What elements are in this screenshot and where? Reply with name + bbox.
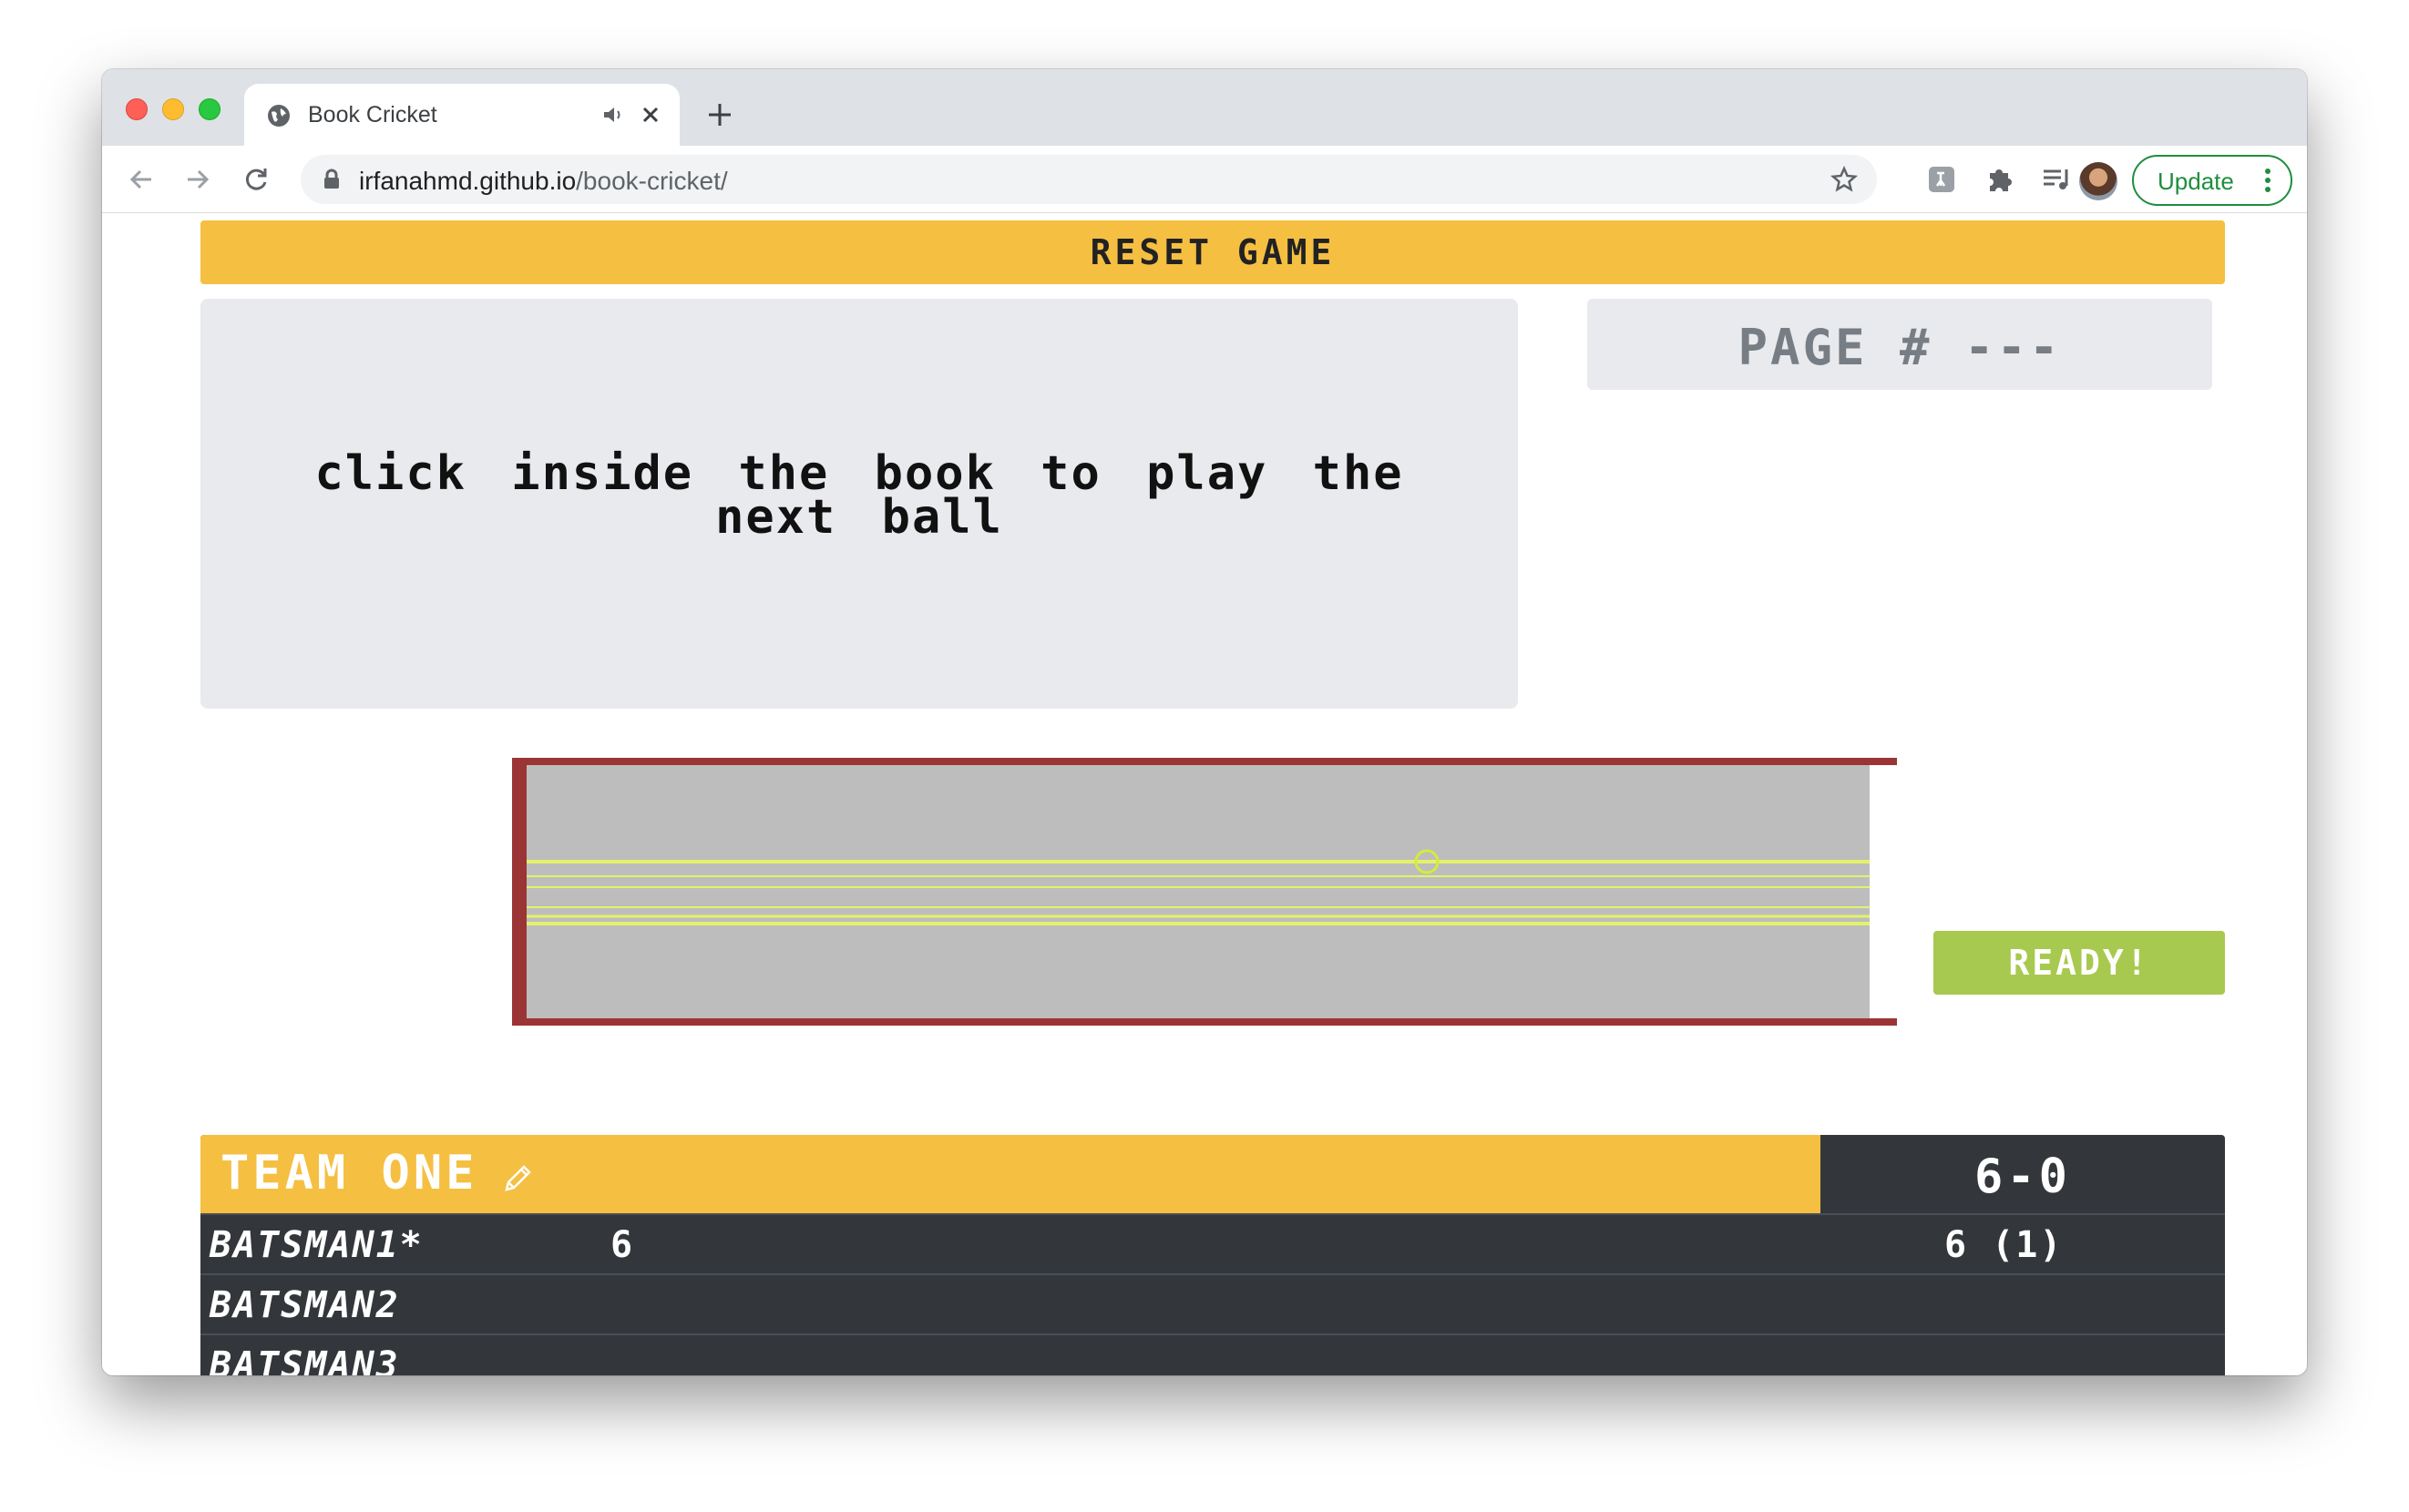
puzzle-icon[interactable] — [1983, 162, 2017, 197]
ready-button[interactable]: READY! — [1933, 931, 2225, 995]
kebab-icon[interactable] — [2265, 168, 2271, 193]
reload-icon[interactable] — [239, 162, 273, 197]
star-icon[interactable] — [1830, 165, 1859, 194]
book-pages-graphic — [527, 849, 1870, 925]
media-icon[interactable] — [2039, 162, 2074, 197]
browser-toolbar: irfanahmd.github.io/book-cricket/ Update — [102, 146, 2307, 213]
lock-icon[interactable] — [323, 169, 341, 190]
batsman-name: BATSMAN3 — [210, 1344, 400, 1375]
back-icon[interactable] — [124, 162, 159, 197]
page-number-panel: PAGE # --- — [1587, 299, 2212, 390]
address-bar[interactable]: irfanahmd.github.io/book-cricket/ — [301, 155, 1877, 204]
book-page-edge — [1870, 765, 1897, 1018]
maximize-window-button[interactable] — [199, 98, 220, 120]
forward-icon[interactable] — [180, 162, 215, 197]
team-score-value: 6-0 — [1974, 1149, 2071, 1204]
browser-window: Book Cricket irfanahmd.github.io/book-cr… — [102, 69, 2307, 1375]
pencil-icon[interactable] — [499, 1160, 536, 1197]
team-score: 6-0 — [1820, 1135, 2225, 1213]
url-path: /book-cricket/ — [576, 167, 728, 195]
batsman-row: BATSMAN1* 6 6 (1) — [200, 1213, 2225, 1272]
tab-book-cricket[interactable]: Book Cricket — [244, 84, 680, 146]
update-button[interactable]: Update — [2132, 155, 2292, 206]
speaker-icon[interactable] — [601, 104, 625, 126]
ready-label: READY! — [2008, 943, 2150, 983]
book-play-area[interactable] — [512, 758, 1897, 1026]
tab-title: Book Cricket — [308, 102, 437, 128]
batsman-detail: 6 (1) — [1944, 1224, 2064, 1266]
tab-bar: Book Cricket — [102, 69, 2307, 146]
reset-game-button[interactable]: RESET GAME — [200, 220, 2225, 284]
book-spine — [512, 758, 527, 1026]
team-header: TEAM ONE — [200, 1135, 1820, 1213]
page-number-label: PAGE # --- — [1738, 319, 2062, 376]
scoreboard: TEAM ONE 6-0 BATSMAN1* 6 6 (1) BATSMAN2 … — [200, 1135, 2225, 1375]
batsman-name: BATSMAN2 — [210, 1284, 400, 1326]
update-label: Update — [2158, 168, 2234, 195]
url-host: irfanahmd.github.io — [359, 167, 577, 195]
team-name: TEAM ONE — [220, 1146, 478, 1200]
page-content: RESET GAME click inside the book to play… — [102, 213, 2307, 1375]
reset-game-label: RESET GAME — [1090, 232, 1336, 272]
instruction-message: click inside the book to play the next b… — [314, 446, 1404, 545]
message-panel: click inside the book to play the next b… — [200, 299, 1518, 709]
close-icon[interactable] — [638, 102, 663, 128]
url-text: irfanahmd.github.io/book-cricket/ — [359, 167, 728, 196]
extension-icon[interactable] — [1924, 162, 1959, 197]
batsman-row: BATSMAN3 — [200, 1333, 2225, 1375]
minimize-window-button[interactable] — [162, 98, 184, 120]
close-window-button[interactable] — [126, 98, 148, 120]
globe-icon — [268, 105, 290, 127]
batsman-runs: 6 — [610, 1224, 633, 1266]
batsman-name: BATSMAN1* — [210, 1224, 424, 1266]
batsman-row: BATSMAN2 — [200, 1273, 2225, 1332]
profile-avatar[interactable] — [2079, 162, 2117, 200]
plus-icon[interactable] — [703, 98, 736, 131]
